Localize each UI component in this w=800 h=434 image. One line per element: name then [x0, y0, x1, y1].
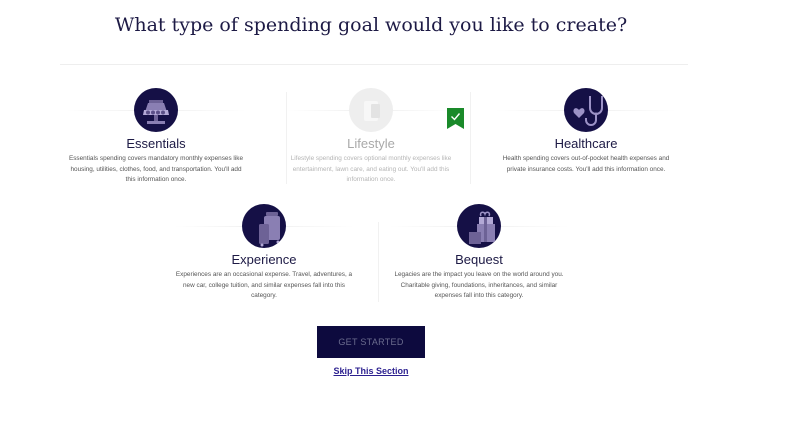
skip-section-link[interactable]: Skip This Section [321, 366, 421, 376]
goal-card-essentials[interactable]: Essentials Essentials spending covers ma… [66, 88, 246, 188]
goal-description: Legacies are the impact you leave on the… [394, 271, 564, 299]
goal-card-bequest[interactable]: Bequest Legacies are the impact you leav… [389, 204, 569, 304]
card-divider [470, 92, 471, 184]
goal-card-healthcare[interactable]: Healthcare Health spending covers out-of… [496, 88, 676, 188]
goal-label: Healthcare [554, 136, 618, 151]
stethoscope-icon [564, 88, 608, 132]
goal-label: Lifestyle [347, 136, 395, 151]
goal-description: Experiences are an occasional expense. T… [175, 271, 353, 299]
card-divider [378, 222, 379, 302]
page-title: What type of spending goal would you lik… [114, 14, 628, 36]
goal-card-experience[interactable]: Experience Experiences are an occasional… [174, 204, 354, 304]
goal-label: Experience [231, 252, 297, 267]
get-started-button[interactable]: GET STARTED [317, 326, 425, 358]
goal-description: Health spending covers out-of-pocket hea… [502, 155, 670, 173]
goal-label: Essentials [126, 136, 186, 151]
goal-card-lifestyle[interactable]: Lifestyle Lifestyle spending covers opti… [286, 88, 456, 188]
goal-description: Essentials spending covers mandatory mon… [68, 155, 244, 183]
goal-label: Bequest [455, 252, 503, 267]
suitcase-icon [242, 204, 286, 248]
gift-icon [457, 204, 501, 248]
lifestyle-icon [349, 88, 393, 132]
selected-check-icon [447, 108, 464, 129]
header-divider [60, 64, 688, 65]
goal-description: Lifestyle spending covers optional month… [290, 155, 452, 183]
lamp-icon [134, 88, 178, 132]
